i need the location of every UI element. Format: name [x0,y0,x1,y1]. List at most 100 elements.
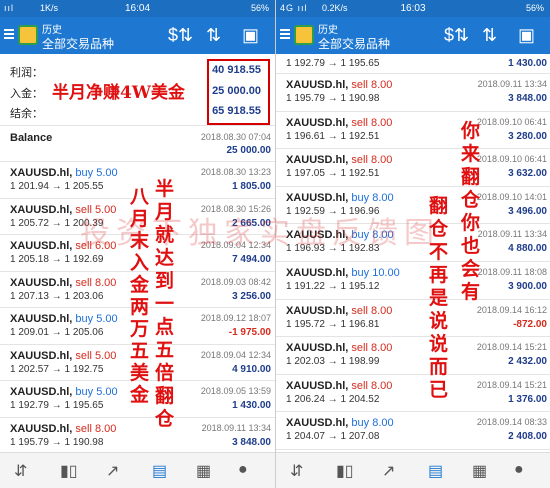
chart-icon[interactable]: ▮▯ [60,461,78,481]
clock: 16:04 [124,3,151,14]
trade-profit: 1 805.00 [232,181,271,192]
trade-row[interactable]: XAUUSD.hl, sell 8.00 2018.09.14 16:12 1 19… [276,300,550,338]
bottom-nav: ⇵ ▮▯ ↗ ▤ ▦ ● [276,452,550,488]
page-title: 历史 [318,25,338,36]
trade-date: 2018.09.11 13:34 [477,229,547,240]
trade-profit: 3 900.00 [508,281,547,292]
deposit-label: 入金： [10,88,43,100]
headline-annotation: 半月净赚4W美金 [52,83,185,103]
trade-date: 2018.09.10 06:41 [476,116,547,127]
news-icon[interactable]: ▦ [196,461,211,481]
trade-side: buy 8.00 [351,417,394,430]
menu-icon[interactable] [280,29,290,39]
trade-prices: 1 209.01 → 1 205.06 [10,327,104,338]
symbol-text: XAUUSD.hl, [286,417,349,430]
page-subtitle[interactable]: 全部交易品种 [318,35,390,52]
trade-profit: 7 494.00 [232,254,271,265]
history-icon[interactable]: ▤ [152,461,167,481]
trade-profit: 4 880.00 [508,243,547,255]
trade-row[interactable]: XAUUSD.hl, sell 8.00 2018.09.14 15:21 1 20… [276,337,550,375]
chat-icon[interactable]: ● [514,461,524,479]
calendar-icon[interactable]: ▣ [518,25,535,46]
trade-row[interactable]: XAUUSD.hl, sell 8.00 2018.09.10 06:41 1 19… [276,149,550,187]
trade-side: sell 8.00 [75,422,117,435]
news-icon[interactable]: ▦ [472,461,487,481]
trade-symbol: XAUUSD.hl, buy 5.00 [10,313,118,325]
trade-prices: 1 205.18 → 1 192.69 [10,254,104,265]
trade-icon[interactable]: ↗ [382,461,395,481]
trade-side: sell 8.00 [75,276,117,289]
symbol-text: XAUUSD.hl, [10,240,73,252]
sort-arrows-icon[interactable]: ⇅ [206,25,221,46]
sort-arrows-icon[interactable]: ⇅ [482,25,497,46]
history-icon[interactable]: ▤ [428,461,443,481]
trade-symbol: XAUUSD.hl, buy 8.00 [286,417,394,429]
trade-prices: 1 202.57 → 1 192.75 [10,363,104,375]
partial-trade-row[interactable]: 1 192.79 → 1 195.65 1 430.00 [276,54,550,74]
trade-prices: 1 195.72 → 1 196.81 [286,318,380,330]
trade-prices: 1 204.07 → 1 207.08 [286,431,380,443]
trade-symbol: XAUUSD.hl, buy 10.00 [286,267,400,279]
symbol-text: XAUUSD.hl, [286,79,349,91]
symbol-text: XAUUSD.hl, [286,154,349,167]
app-bar: 历史 全部交易品种 $⇅ ⇅ ▣ [276,17,550,54]
highlight-box [207,59,270,125]
trade-date: 2018.08.30 13:23 [200,167,271,177]
clock: 16:03 [400,3,426,14]
annotation-column-1: 你来翻仓你也会有 [461,120,481,303]
trade-prices: 1 192.79 → 1 195.65 [10,400,104,411]
chat-icon[interactable]: ● [238,461,248,479]
symbol-text: XAUUSD.hl, [10,349,73,362]
trade-side: buy 5.00 [75,386,118,398]
trade-side: sell 8.00 [351,379,393,392]
trade-row[interactable]: XAUUSD.hl, sell 8.00 2018.09.14 15:21 1 20… [276,375,550,413]
trade-row[interactable]: XAUUSD.hl, sell 8.00 2018.09.11 13:34 1 19… [276,74,550,112]
calendar-icon[interactable]: ▣ [242,25,259,46]
trade-date: 2018.09.12 18:07 [200,313,271,323]
page-subtitle[interactable]: 全部交易品种 [42,35,114,52]
trade-date: 2018.09.04 12:34 [200,349,271,360]
symbol-text: XAUUSD.hl, [286,116,349,129]
trade-prices: 1 195.79 → 1 190.98 [10,436,104,448]
status-bar: ııl 1K/s 16:04 56% [0,0,275,17]
symbol-text: XAUUSD.hl, [10,313,73,325]
symbol-text: XAUUSD.hl, [286,191,349,204]
trade-symbol: XAUUSD.hl, sell 8.00 [286,117,392,129]
trade-prices: 1 196.61 → 1 192.51 [286,130,380,142]
balance-amount: 25 000.00 [226,145,272,156]
battery-level: 56% [525,3,544,13]
trade-profit: 3 848.00 [508,93,547,104]
trade-date: 2018.09.11 13:34 [477,79,547,89]
menu-icon[interactable] [4,29,14,39]
balance-row[interactable]: Balance 2018.08.30 07:04 25 000.00 [0,126,275,162]
trade-date: 2018.09.14 16:12 [476,304,547,315]
trade-icon[interactable]: ↗ [106,461,119,481]
trade-symbol: XAUUSD.hl, sell 8.00 [286,305,392,317]
trade-row[interactable]: XAUUSD.hl, buy 8.00 2018.09.14 08:33 1 204… [276,412,550,450]
currency-icon[interactable]: $⇅ [444,25,469,46]
symbol-text: XAUUSD.hl, [10,203,73,216]
currency-icon[interactable]: $⇅ [168,25,193,46]
symbol-text: XAUUSD.hl, [286,379,349,392]
trade-prices: 1 202.03 → 1 198.99 [286,356,380,368]
trade-symbol: XAUUSD.hl, sell 8.00 [286,154,392,166]
trade-row[interactable]: XAUUSD.hl, buy 10.00 2018.09.11 18:08 1 19… [276,262,550,300]
chart-icon[interactable]: ▮▯ [336,461,354,481]
quotes-icon[interactable]: ⇵ [14,461,27,481]
trade-profit: -1 975.00 [228,327,271,338]
app-logo [18,25,38,45]
trade-side: sell 5.00 [75,349,117,362]
trade-date: 2018.09.05 13:59 [200,386,271,396]
trade-row[interactable]: XAUUSD.hl, sell 8.00 2018.09.11 13:34 1 19… [0,418,275,454]
trade-side: buy 5.00 [75,313,118,325]
symbol-text: XAUUSD.hl, [286,304,349,317]
trade-date: 2018.09.11 18:08 [477,267,547,277]
trade-symbol: XAUUSD.hl, sell 8.00 [286,342,392,354]
quotes-icon[interactable]: ⇵ [290,461,303,481]
trade-row[interactable]: XAUUSD.hl, sell 8.00 2018.09.10 06:41 1 19… [276,112,550,150]
status-bar: 4G ııl 0.2K/s 16:03 56% [276,0,550,17]
symbol-text: XAUUSD.hl, [10,276,73,289]
trade-symbol: XAUUSD.hl, buy 5.00 [10,386,118,398]
symbol-text: XAUUSD.hl, [286,267,349,279]
trade-date: 2018.09.10 06:41 [476,154,547,165]
